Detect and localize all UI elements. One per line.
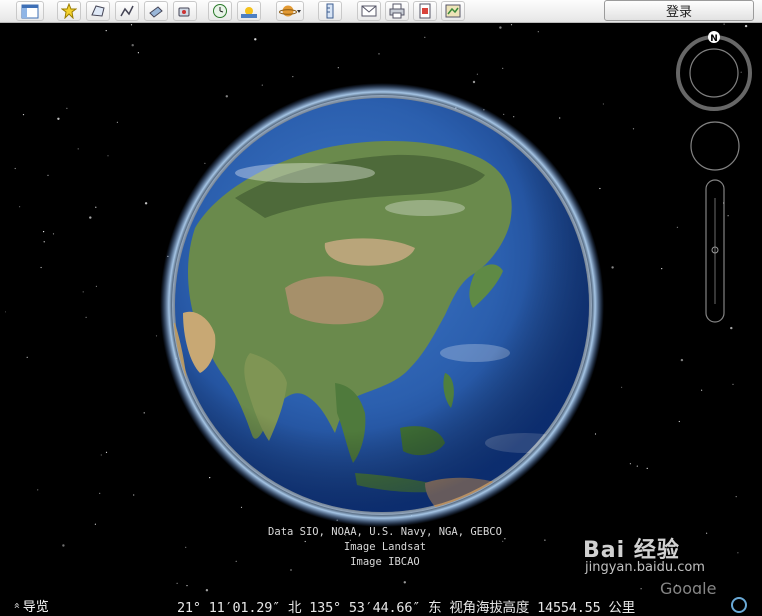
attribution-data: Data SIO, NOAA, U.S. Navy, NGA, GEBCO xyxy=(268,526,502,538)
sidebar-icon xyxy=(21,4,39,18)
record-tour-button[interactable] xyxy=(173,1,197,21)
ruler-button[interactable] xyxy=(318,1,342,21)
coordinates-readout: 21° 11′01.29″ 北 135° 53′44.66″ 东 视角海拔高度 … xyxy=(177,600,636,616)
save-image-button[interactable] xyxy=(413,1,437,21)
planet-icon xyxy=(279,5,301,17)
login-button[interactable]: 登录 xyxy=(604,0,754,21)
image-overlay-icon xyxy=(149,6,163,18)
historical-imagery-button[interactable] xyxy=(208,1,232,21)
tour-guide-label: 导览 xyxy=(22,599,49,615)
north-label: N xyxy=(710,34,718,44)
save-image-icon xyxy=(419,3,431,19)
clock-icon xyxy=(213,4,227,18)
email-icon xyxy=(361,5,377,17)
map-icon xyxy=(445,4,461,18)
sunlight-button[interactable] xyxy=(237,1,261,21)
add-polygon-button[interactable] xyxy=(86,1,110,21)
sidebar-toggle-button[interactable] xyxy=(16,1,44,21)
attribution-image-ibcao: Image IBCAO xyxy=(350,556,420,568)
switch-planet-button[interactable] xyxy=(276,1,304,21)
attribution-image-landsat: Image Landsat xyxy=(343,541,427,553)
view-in-maps-button[interactable] xyxy=(441,1,465,21)
add-image-overlay-button[interactable] xyxy=(144,1,168,21)
ruler-icon xyxy=(326,3,334,19)
status-bar: » 导览 21° 11′01.29″ 北 135° 53′44.66″ 东 视角… xyxy=(5,594,762,616)
streaming-status-icon xyxy=(731,597,747,613)
add-placemark-button[interactable] xyxy=(57,1,81,21)
record-tour-icon xyxy=(178,7,190,17)
tour-guide-tab[interactable]: » 导览 xyxy=(9,594,98,616)
add-path-button[interactable] xyxy=(115,1,139,21)
print-button[interactable] xyxy=(385,1,409,21)
globe-shading xyxy=(175,98,589,512)
email-button[interactable] xyxy=(357,1,381,21)
sunlight-icon xyxy=(241,7,257,18)
earth-3d-view[interactable]: N Data SIO, NOAA, U.S. Navy, NGA, GEBCO … xyxy=(5,23,762,616)
path-icon xyxy=(120,5,134,17)
polygon-icon xyxy=(91,5,105,17)
placemark-icon xyxy=(61,3,77,19)
toolbar: 登录 xyxy=(0,0,762,23)
chevron-up-icon: » xyxy=(9,601,23,609)
baidu-watermark-url: jingyan.baidu.com xyxy=(585,560,705,575)
print-icon xyxy=(389,3,405,19)
